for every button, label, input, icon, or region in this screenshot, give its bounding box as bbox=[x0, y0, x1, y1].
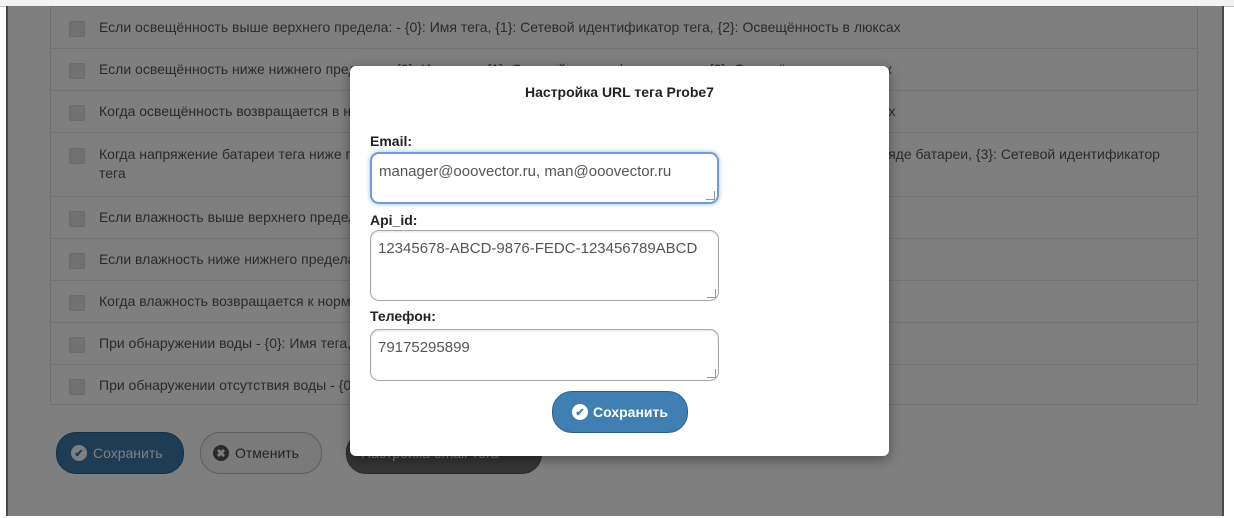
dialog-title: Настройка URL тега Probe7 bbox=[525, 84, 714, 100]
phone-field[interactable]: 79175295899 bbox=[370, 329, 719, 381]
email-label: Email: bbox=[370, 133, 413, 149]
api-id-value: 12345678-ABCD-9876-FEDC-123456789ABCD bbox=[378, 240, 698, 257]
check-circle-icon: ✔ bbox=[572, 404, 589, 420]
phone-value: 79175295899 bbox=[378, 339, 470, 356]
email-value: manager@ooovector.ru, man@ooovector.ru bbox=[379, 163, 672, 180]
resize-handle-icon[interactable] bbox=[707, 289, 716, 298]
resize-handle-icon[interactable] bbox=[706, 191, 715, 200]
api-id-field[interactable]: 12345678-ABCD-9876-FEDC-123456789ABCD bbox=[370, 230, 719, 301]
phone-label: Телефон: bbox=[370, 308, 436, 324]
resize-handle-icon[interactable] bbox=[707, 369, 716, 378]
email-field[interactable]: manager@ooovector.ru, man@ooovector.ru bbox=[370, 152, 719, 204]
dialog-save-button-label: Сохранить bbox=[593, 404, 668, 420]
api-id-label: Api_id: bbox=[370, 212, 418, 228]
tag-url-settings-dialog: Настройка URL тега Probe7 Email: manager… bbox=[350, 66, 889, 456]
dialog-save-button[interactable]: ✔ Сохранить bbox=[552, 391, 688, 433]
